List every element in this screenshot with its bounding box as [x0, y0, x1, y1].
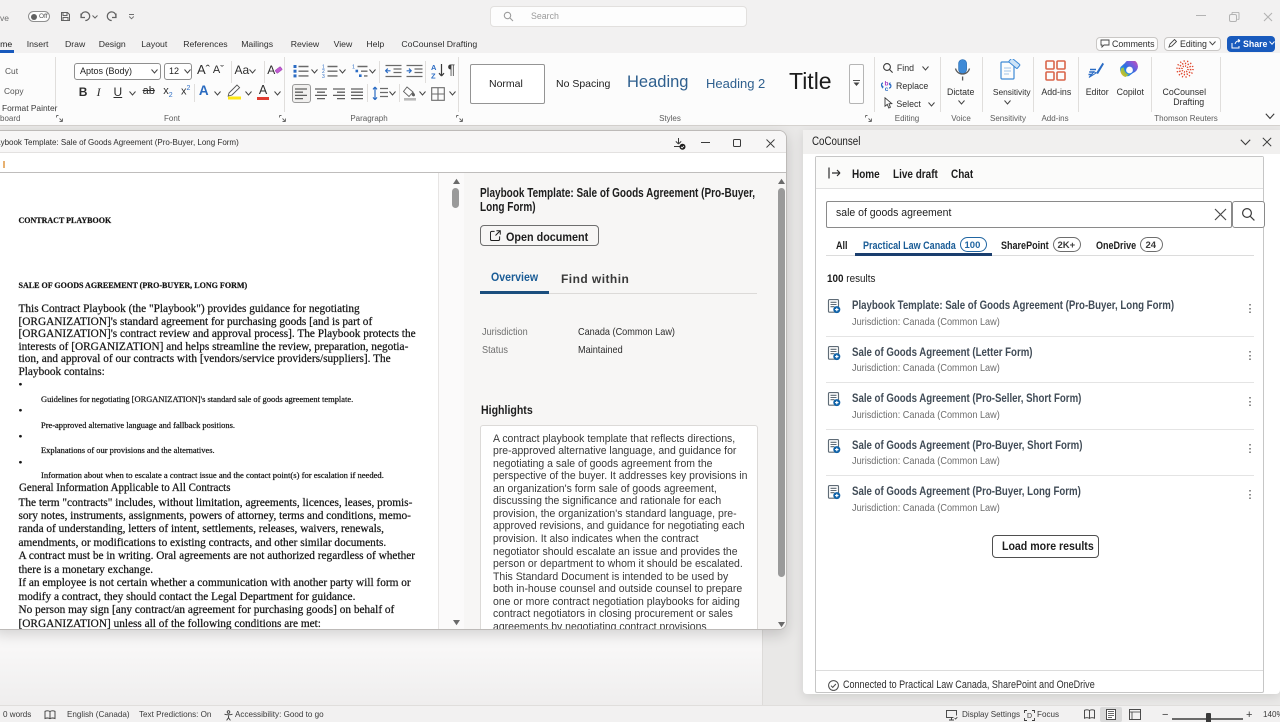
svg-text:c: c — [885, 86, 889, 92]
svg-text:3: 3 — [322, 74, 325, 79]
svg-text:1: 1 — [352, 65, 355, 71]
svg-text:D: D — [1027, 713, 1032, 720]
svg-text:Z: Z — [431, 72, 436, 80]
